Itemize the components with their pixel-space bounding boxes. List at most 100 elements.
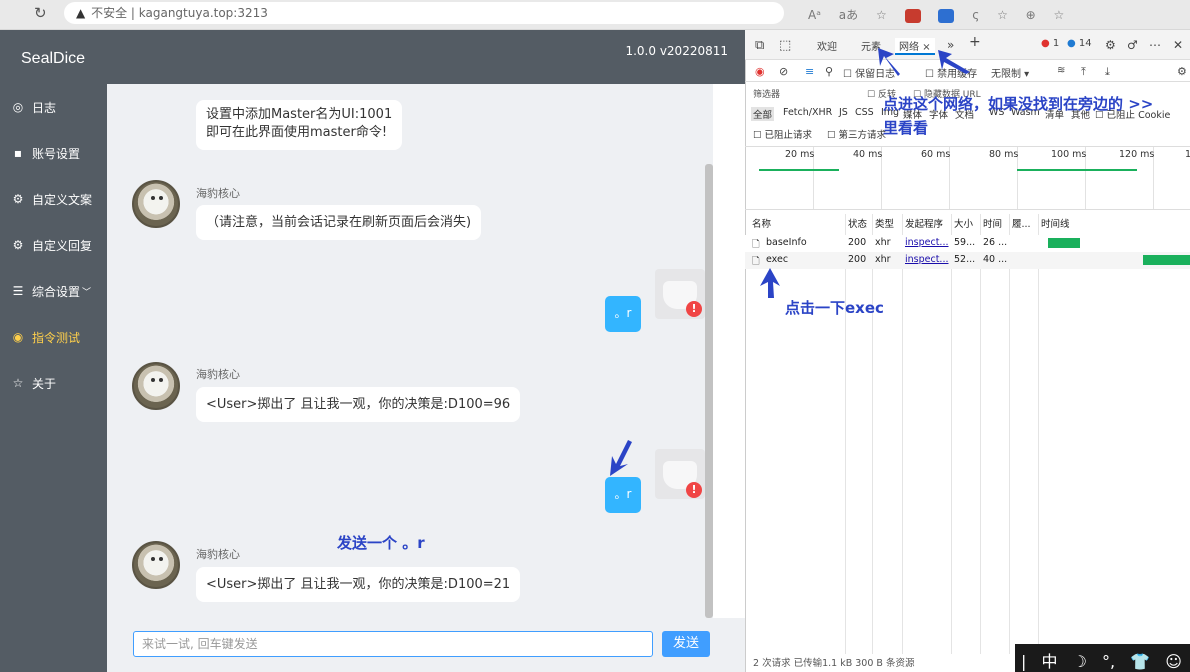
- sidebar-item-command-test[interactable]: ◉ 指令测试: [0, 314, 107, 360]
- annotation-send-hint: 发送一个 。r: [337, 534, 425, 552]
- sidebar-item-account[interactable]: ▪ 账号设置: [0, 130, 107, 176]
- timeline-tick: 40 ms: [853, 149, 883, 160]
- search-icon[interactable]: ⚲: [825, 65, 833, 78]
- share-icon[interactable]: ♂: [1127, 38, 1138, 52]
- more-icon[interactable]: ⋯: [1149, 38, 1161, 52]
- column-header[interactable]: 类型: [875, 216, 894, 230]
- collections-icon[interactable]: ⊕: [1026, 8, 1036, 22]
- timeline-tick: 20 ms: [785, 149, 815, 160]
- column-header[interactable]: 大小: [954, 216, 973, 230]
- moon-icon[interactable]: ☽: [1073, 652, 1087, 671]
- timeline-tick: 60 ms: [921, 149, 951, 160]
- bot-avatar: [132, 541, 180, 589]
- warning-icon: ▲: [76, 6, 86, 20]
- type-js[interactable]: JS: [839, 107, 848, 118]
- extension-icon[interactable]: [904, 8, 921, 23]
- gear-icon: ⚙: [12, 192, 24, 206]
- annotation-network-hint: 点进这个网络，如果没找到在旁边的 >>: [883, 95, 1154, 113]
- refresh-icon[interactable]: ς: [972, 8, 979, 22]
- security-warning: 不安全: [91, 6, 128, 20]
- emoji-icon[interactable]: ☺: [1165, 652, 1182, 671]
- read-aloud-icon[interactable]: Aᵃ: [808, 8, 821, 22]
- upload-icon[interactable]: ⤒: [1081, 65, 1086, 79]
- sender-name: 海豹核心: [196, 368, 240, 381]
- ime-mode[interactable]: 中: [1041, 652, 1057, 671]
- settings-icon[interactable]: ⚙: [1105, 38, 1116, 52]
- browser-toolbar: ↻ ▲ 不安全 | kagangtuya.top:3213 Aᵃ aあ ☆ ς …: [0, 0, 1190, 30]
- close-icon[interactable]: ×: [922, 42, 930, 53]
- grid-icon: ▪: [13, 146, 23, 160]
- chevron-down-icon: ﹀: [82, 287, 92, 298]
- chat-input[interactable]: 来试一试, 回车键发送: [133, 631, 653, 657]
- translate-icon[interactable]: aあ: [839, 8, 858, 22]
- scrollbar-thumb[interactable]: [705, 164, 713, 618]
- sidebar: SealDice ◎ 日志 ▪ 账号设置 ⚙ 自定义文案 ⚙ 自定义回复 ☰ 综合设置 ﹀ …: [0, 30, 107, 672]
- browser-tools: Aᵃ aあ ☆ ς ☆ ⊕ ☆: [808, 6, 1078, 23]
- version-label: 1.0.0 v20220811: [625, 44, 728, 58]
- favorite-icon[interactable]: ☆: [876, 8, 887, 22]
- throttle-select[interactable]: 无限制 ▾: [991, 65, 1029, 80]
- table-row[interactable]: 🗋 exec 200 xhr inspect... 52... 40 ...: [745, 252, 1190, 269]
- timeline-tick: 80 ms: [989, 149, 1019, 160]
- column-header[interactable]: 时间: [983, 216, 1002, 230]
- type-xhr[interactable]: Fetch/XHR: [783, 107, 832, 118]
- column-header[interactable]: 发起程序: [905, 216, 943, 230]
- sender-name: 海豹核心: [196, 187, 240, 200]
- bot-avatar: [132, 362, 180, 410]
- initiator-link[interactable]: inspect...: [905, 237, 949, 248]
- close-devtools-icon[interactable]: ✕: [1173, 38, 1183, 52]
- download-icon[interactable]: ⤓: [1105, 65, 1110, 79]
- gear-icon: ⚙: [12, 238, 24, 252]
- type-css[interactable]: CSS: [855, 107, 874, 118]
- error-badge: !: [686, 301, 702, 317]
- chat-scrollbar[interactable]: [705, 84, 713, 618]
- column-header[interactable]: 状态: [848, 216, 867, 230]
- type-all[interactable]: 全部: [751, 107, 775, 121]
- filter-icon[interactable]: ≡: [805, 65, 814, 78]
- inspect-icon[interactable]: ⬚: [779, 38, 791, 53]
- column-header[interactable]: 时间线: [1041, 216, 1070, 230]
- settings-icon[interactable]: ⚙: [1177, 65, 1187, 78]
- error-count[interactable]: ● 1: [1041, 38, 1059, 49]
- wifi-icon[interactable]: ≋: [1057, 65, 1065, 76]
- blocked-requests-checkbox[interactable]: ☐ 已阻止请求: [753, 127, 812, 141]
- warning-count[interactable]: ● 14: [1067, 38, 1092, 49]
- reload-icon[interactable]: ↻: [34, 4, 47, 22]
- sidebar-item-log[interactable]: ◎ 日志: [0, 84, 107, 130]
- system-message: 设置中添加Master名为UI:1001 即可在此界面使用master命令!: [196, 100, 403, 150]
- sidebar-item-about[interactable]: ☆ 关于: [0, 360, 107, 406]
- send-button[interactable]: 发送: [662, 631, 710, 657]
- bot-message: （请注意，当前会话记录在刷新页面后会消失): [196, 205, 482, 240]
- third-party-checkbox[interactable]: ☐ 第三方请求: [827, 127, 886, 141]
- bot-message: <User>掷出了 且让我一观，你的决策是:D100=96: [196, 387, 521, 422]
- favorites-icon[interactable]: ☆: [997, 8, 1008, 22]
- column-header[interactable]: 名称: [752, 216, 771, 230]
- sidebar-item-custom-reply[interactable]: ⚙ 自定义回复: [0, 222, 107, 268]
- clear-icon[interactable]: ⊘: [779, 65, 788, 78]
- user-message: 。r: [605, 296, 641, 332]
- waterfall-bar: [1048, 238, 1080, 248]
- annotation-arrow-icon: [760, 268, 780, 298]
- sidebar-item-custom-text[interactable]: ⚙ 自定义文案: [0, 176, 107, 222]
- device-icon[interactable]: ⧉: [755, 38, 764, 53]
- waterfall-bar: [1143, 255, 1190, 265]
- log-icon: ◎: [12, 100, 24, 114]
- annotation-arrow-icon: [878, 48, 900, 76]
- table-row[interactable]: 🗋 baseInfo 200 xhr inspect... 59... 26 .…: [745, 235, 1190, 252]
- extension-icon[interactable]: [938, 8, 955, 23]
- initiator-link[interactable]: inspect...: [905, 254, 949, 265]
- sidebar-item-settings[interactable]: ☰ 综合设置 ﹀: [0, 268, 107, 314]
- annotation-arrow-icon: [610, 440, 632, 476]
- brand-title: SealDice: [21, 50, 86, 67]
- column-header[interactable]: 履...: [1012, 216, 1031, 230]
- profile-icon[interactable]: ☆: [1054, 8, 1065, 22]
- record-icon[interactable]: ◉: [755, 65, 765, 78]
- network-overview[interactable]: 20 ms 40 ms 60 ms 80 ms 100 ms 120 ms 1: [745, 146, 1190, 210]
- star-icon: ☆: [12, 376, 24, 390]
- filter-input[interactable]: 筛选器: [753, 87, 780, 100]
- address-bar[interactable]: ▲ 不安全 | kagangtuya.top:3213: [64, 2, 784, 24]
- punctuation-icon[interactable]: °,: [1102, 652, 1115, 671]
- tab-welcome[interactable]: 欢迎: [817, 38, 837, 53]
- timeline-tick: 1: [1185, 149, 1190, 160]
- skin-icon[interactable]: 👕: [1130, 652, 1150, 671]
